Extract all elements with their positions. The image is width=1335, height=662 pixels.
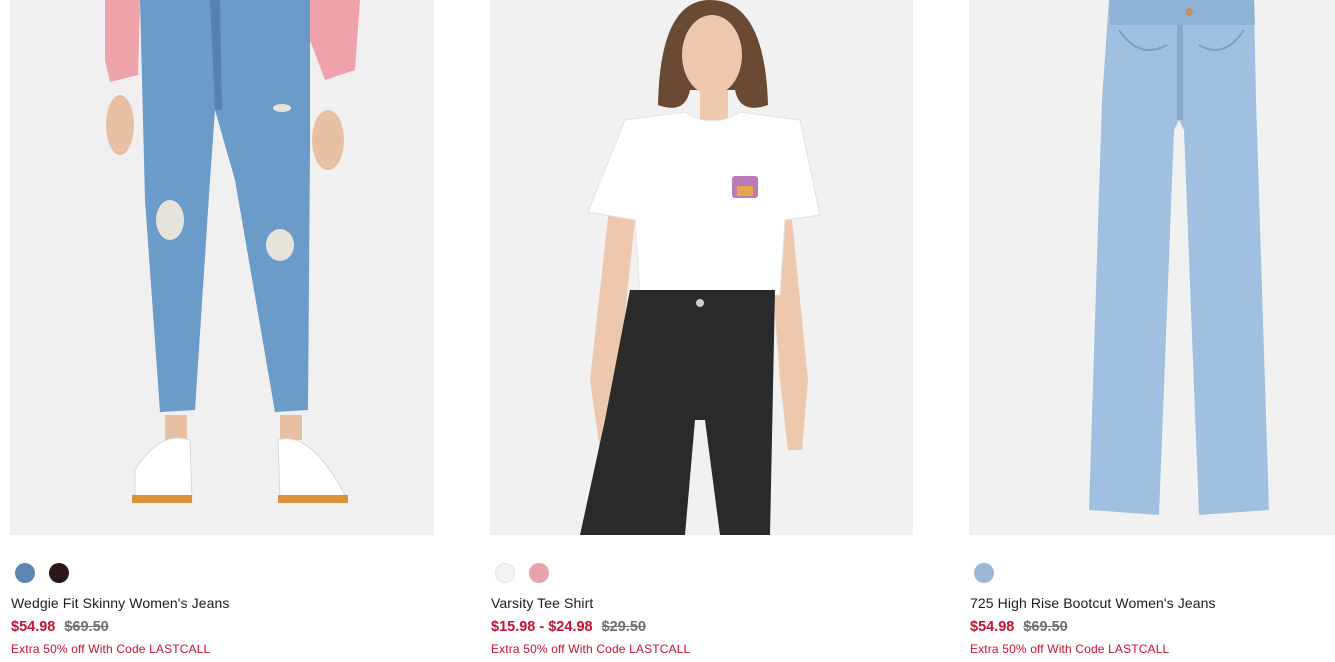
product-card[interactable]: Wedgie Fit Skinny Women's Jeans $54.98 $6… [10, 0, 434, 656]
color-swatch-light-blue[interactable] [974, 563, 994, 583]
product-image[interactable] [969, 0, 1335, 535]
promo-text: Extra 50% off With Code LASTCALL [970, 642, 1170, 656]
sale-price: $54.98 [970, 619, 1015, 635]
promo-text: Extra 50% off With Code LASTCALL [491, 642, 691, 656]
product-image[interactable] [10, 0, 434, 535]
color-swatch-white[interactable] [495, 563, 515, 583]
product-card[interactable]: Varsity Tee Shirt $15.98 - $24.98 $29.50 … [490, 0, 913, 656]
price-row: $54.98 $69.50 [11, 619, 109, 635]
original-price: $29.50 [601, 619, 646, 635]
promo-text: Extra 50% off With Code LASTCALL [11, 642, 211, 656]
product-name[interactable]: Wedgie Fit Skinny Women's Jeans [11, 595, 229, 611]
color-swatch-black[interactable] [49, 563, 69, 583]
color-swatches [495, 563, 549, 583]
color-swatch-pink[interactable] [529, 563, 549, 583]
product-card[interactable]: 725 High Rise Bootcut Women's Jeans $54.… [969, 0, 1335, 656]
product-image[interactable] [490, 0, 913, 535]
sale-price: $15.98 - $24.98 [491, 619, 593, 635]
color-swatches [974, 563, 994, 583]
color-swatch-blue[interactable] [15, 563, 35, 583]
product-name[interactable]: 725 High Rise Bootcut Women's Jeans [970, 595, 1216, 611]
price-row: $54.98 $69.50 [970, 619, 1068, 635]
product-name[interactable]: Varsity Tee Shirt [491, 595, 593, 611]
original-price: $69.50 [1023, 619, 1068, 635]
sale-price: $54.98 [11, 619, 56, 635]
original-price: $69.50 [64, 619, 109, 635]
color-swatches [15, 563, 69, 583]
product-grid: Wedgie Fit Skinny Women's Jeans $54.98 $6… [0, 0, 1335, 662]
price-row: $15.98 - $24.98 $29.50 [491, 619, 646, 635]
